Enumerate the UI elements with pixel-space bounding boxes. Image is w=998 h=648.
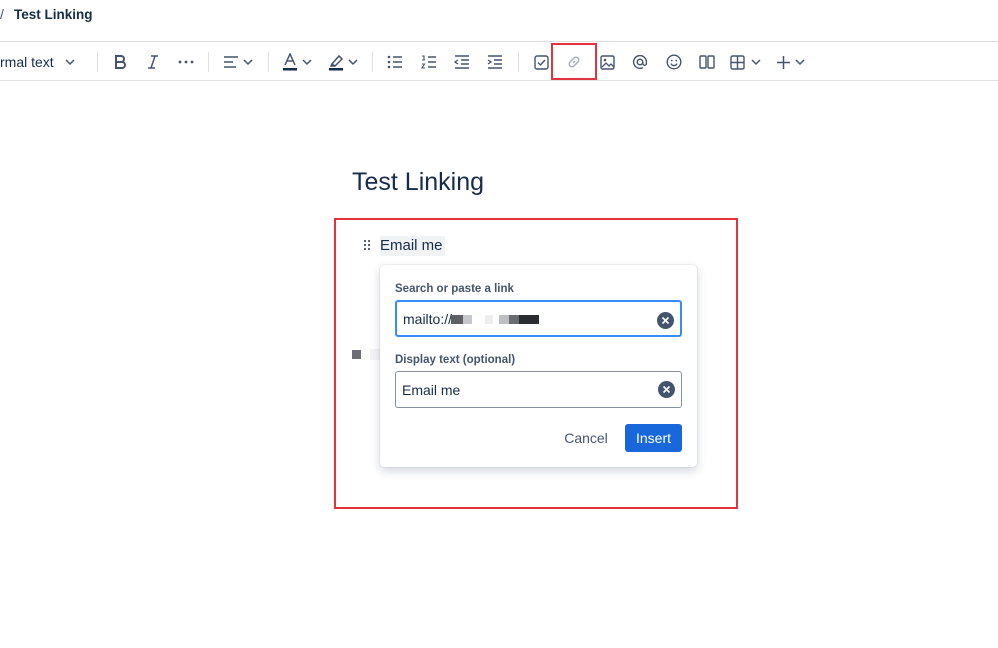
- layouts-button[interactable]: [696, 43, 718, 81]
- image-icon: [599, 54, 615, 70]
- text-color-icon: [282, 53, 297, 71]
- insert-dropdown[interactable]: [774, 43, 808, 81]
- indent-icon: [487, 55, 502, 69]
- insert-button[interactable]: Insert: [625, 424, 682, 452]
- link-url-field: [395, 300, 682, 337]
- search-link-label: Search or paste a link: [395, 283, 514, 295]
- insert-plus-icon: [777, 55, 790, 69]
- italic-button[interactable]: [142, 43, 164, 81]
- layouts-icon: [699, 55, 715, 69]
- indent-button[interactable]: [484, 43, 506, 81]
- drag-handle-icon[interactable]: [362, 238, 372, 252]
- link-button[interactable]: [562, 43, 586, 81]
- alignment-dropdown[interactable]: [220, 43, 256, 81]
- top-bar: / Test Linking: [0, 0, 998, 42]
- italic-icon: [148, 55, 158, 69]
- chevron-down-icon: [65, 59, 75, 66]
- link-icon: [568, 56, 580, 68]
- clear-url-button[interactable]: [657, 312, 674, 329]
- toolbar-divider: [97, 52, 98, 72]
- text-color-dropdown[interactable]: [280, 43, 314, 81]
- more-formatting-button[interactable]: [174, 43, 198, 81]
- clear-display-button[interactable]: [658, 381, 675, 398]
- toolbar-divider: [518, 52, 519, 72]
- chevron-down-icon: [795, 59, 805, 66]
- close-icon: [662, 385, 671, 394]
- mention-button[interactable]: [629, 43, 651, 81]
- cancel-button[interactable]: Cancel: [558, 424, 614, 452]
- chevron-down-icon: [301, 59, 312, 66]
- bullet-marker: [352, 350, 361, 359]
- breadcrumb-page-title[interactable]: Test Linking: [14, 7, 93, 22]
- toolbar-divider: [208, 52, 209, 72]
- toolbar-divider: [372, 52, 373, 72]
- mention-icon: [632, 54, 648, 69]
- link-popup: Search or paste a link Display text (opt…: [380, 265, 697, 467]
- close-icon: [661, 316, 670, 325]
- display-text-input[interactable]: [396, 372, 681, 407]
- editor-toolbar: rmal text: [0, 43, 998, 81]
- highlight-icon: [328, 54, 343, 71]
- chevron-down-icon: [242, 59, 253, 66]
- table-icon: [730, 54, 745, 70]
- more-formatting-icon: [178, 60, 194, 64]
- bullet-list-button[interactable]: [384, 43, 406, 81]
- bullet-list-icon: [387, 55, 402, 69]
- action-item-button[interactable]: [530, 43, 552, 81]
- emoji-icon: [666, 54, 682, 70]
- text-style-label: rmal text: [0, 54, 54, 70]
- outdent-button[interactable]: [451, 43, 473, 81]
- numbered-list-icon: [421, 55, 436, 69]
- align-left-icon: [223, 56, 238, 68]
- highlight-dropdown[interactable]: [326, 43, 360, 81]
- breadcrumb-separator: /: [0, 6, 4, 22]
- image-button[interactable]: [596, 43, 618, 81]
- action-item-icon: [533, 54, 549, 70]
- display-text-label: Display text (optional): [395, 354, 516, 366]
- bold-icon: [115, 55, 126, 69]
- document-title: Test Linking: [352, 168, 485, 196]
- chevron-down-icon: [751, 59, 761, 66]
- display-text-field: [395, 371, 682, 408]
- numbered-list-button[interactable]: [418, 43, 440, 81]
- emoji-button[interactable]: [663, 43, 685, 81]
- table-dropdown[interactable]: [728, 43, 764, 81]
- link-text[interactable]: Email me: [380, 236, 445, 256]
- outdent-icon: [454, 55, 469, 69]
- bold-button[interactable]: [108, 43, 132, 81]
- text-style-dropdown[interactable]: rmal text: [0, 43, 84, 81]
- toolbar-divider: [268, 52, 269, 72]
- chevron-down-icon: [347, 59, 358, 66]
